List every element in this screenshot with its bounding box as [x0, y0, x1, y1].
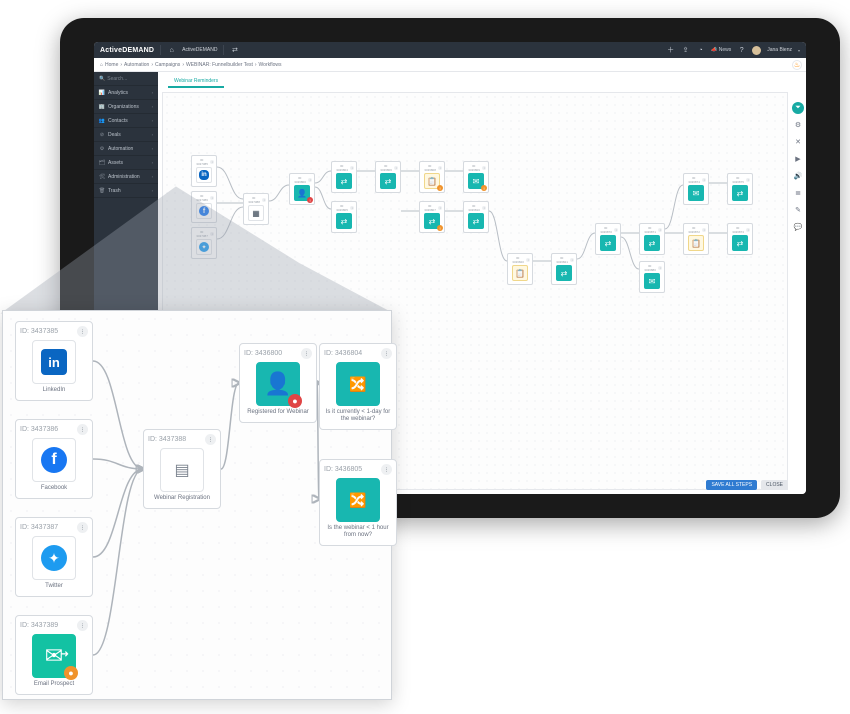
badge-icon: ●	[288, 394, 302, 408]
node-icon: ▤	[160, 448, 204, 492]
node-icon: ✦	[32, 536, 76, 580]
node-id: ID: 3436804	[324, 350, 362, 357]
node-id: ID: 3437388	[148, 436, 186, 443]
info-icon[interactable]: ⁝	[77, 424, 88, 435]
node-label: Twitter	[20, 583, 88, 590]
node-label: Webinar Registration	[148, 495, 216, 502]
info-icon[interactable]: ⁝	[205, 434, 216, 445]
zoom-inset: ID: 3437385⁝inLinkedInID: 3437386⁝fFaceb…	[2, 310, 392, 700]
node-icon: f	[32, 438, 76, 482]
info-icon[interactable]: ⁝	[77, 326, 88, 337]
node-icon: in	[32, 340, 76, 384]
node-label: LinkedIn	[20, 387, 88, 394]
node-icon: 🔀	[336, 478, 380, 522]
node-icon: 🔀	[336, 362, 380, 406]
workflow-node[interactable]: ID: 3437389 ⁝✉➜● Email Prospect	[15, 615, 93, 695]
node-id: ID: 3437389	[20, 622, 58, 629]
workflow-node[interactable]: ID: 3437385 ⁝in LinkedIn	[15, 321, 93, 401]
node-label: Is the webinar < 1 hour from now?	[324, 525, 392, 539]
badge-icon: ●	[64, 666, 78, 680]
workflow-node[interactable]: ID: 3436804 ⁝🔀 Is it currently < 1-day for…	[319, 343, 397, 430]
workflow-node[interactable]: ID: 3437386 ⁝f Facebook	[15, 419, 93, 499]
node-icon: 👤●	[256, 362, 300, 406]
workflow-node[interactable]: ID: 3437387 ⁝✦ Twitter	[15, 517, 93, 597]
workflow-node[interactable]: ID: 3436800 ⁝👤● Registered for Webinar	[239, 343, 317, 423]
node-label: Facebook	[20, 485, 88, 492]
node-label: Is it currently < 1-day for the webinar?	[324, 409, 392, 423]
info-icon[interactable]: ⁝	[381, 348, 392, 359]
info-icon[interactable]: ⁝	[301, 348, 312, 359]
node-icon: ✉➜●	[32, 634, 76, 678]
workflow-node[interactable]: ID: 3437388 ⁝▤ Webinar Registration	[143, 429, 221, 509]
node-label: Registered for Webinar	[244, 409, 312, 416]
node-id: ID: 3436805	[324, 466, 362, 473]
info-icon[interactable]: ⁝	[77, 620, 88, 631]
node-id: ID: 3437387	[20, 524, 58, 531]
info-icon[interactable]: ⁝	[77, 522, 88, 533]
node-label: Email Prospect	[20, 681, 88, 688]
node-id: ID: 3437385	[20, 328, 58, 335]
info-icon[interactable]: ⁝	[381, 464, 392, 475]
node-id: ID: 3437386	[20, 426, 58, 433]
workflow-node[interactable]: ID: 3436805 ⁝🔀 Is the webinar < 1 hour fro…	[319, 459, 397, 546]
node-id: ID: 3436800	[244, 350, 282, 357]
